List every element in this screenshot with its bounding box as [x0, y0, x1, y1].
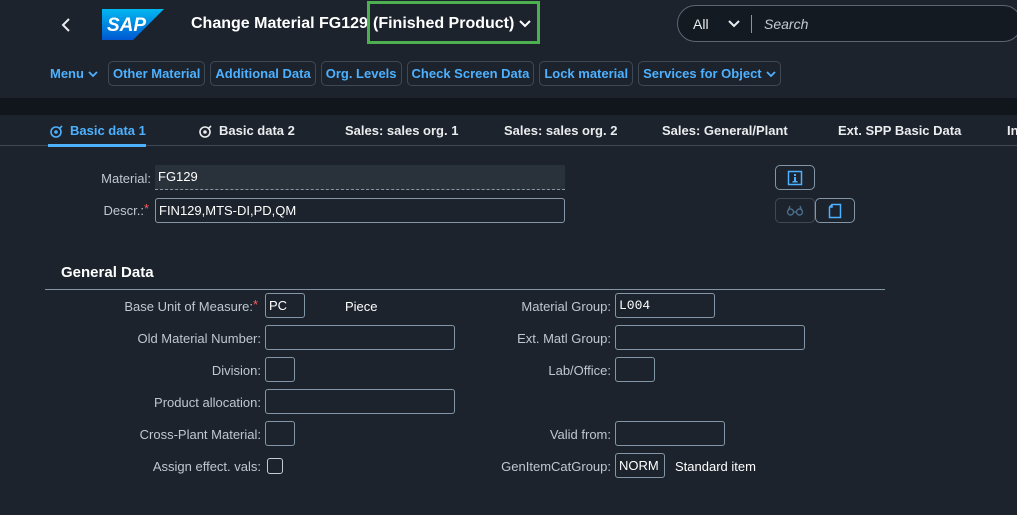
base-uom-input[interactable]: PC [265, 293, 305, 318]
tab-label: Basic data 1 [70, 123, 146, 138]
old-material-label: Old Material Number: [137, 331, 261, 346]
search-input[interactable] [764, 14, 1014, 34]
svg-text:SAP: SAP [107, 15, 146, 36]
base-uom-label: Base Unit of Measure: [124, 299, 253, 314]
tab-label: Sales: sales org. 2 [504, 123, 618, 138]
variant-label: (Finished Product) [373, 15, 515, 32]
glasses-icon [786, 205, 804, 216]
chevron-down-icon [766, 70, 776, 77]
info-button[interactable] [775, 165, 815, 190]
tab-basic-data-2[interactable]: Basic data 2 [197, 115, 295, 146]
cross-plant-material-input[interactable] [265, 421, 295, 446]
shell-bar: SAP Change Material FG129 (Finished Prod… [0, 0, 1017, 50]
base-uom-text: Piece [345, 299, 378, 314]
check-screen-data-button[interactable]: Check Screen Data [406, 61, 535, 86]
tab-overflow[interactable]: In [1007, 115, 1017, 146]
lab-office-label: Lab/Office: [548, 363, 611, 378]
ext-matl-group-input[interactable] [615, 325, 805, 350]
sap-logo[interactable]: SAP [102, 9, 164, 40]
info-icon [787, 170, 803, 185]
valid-from-label: Valid from: [549, 427, 611, 442]
back-button[interactable] [58, 14, 76, 36]
division-label: Division: [211, 363, 261, 378]
gen-item-cat-group-input[interactable]: NORM [615, 453, 665, 478]
tab-ext-spp-basic-data[interactable]: Ext. SPP Basic Data [838, 115, 961, 146]
tab-basic-data-1[interactable]: Basic data 1 [48, 115, 146, 147]
old-material-input[interactable] [265, 325, 455, 350]
tab-label: In [1007, 123, 1017, 138]
ext-matl-group-label: Ext. Matl Group: [517, 331, 611, 346]
tab-label: Ext. SPP Basic Data [838, 123, 962, 138]
org-levels-button[interactable]: Org. Levels [320, 61, 402, 86]
assign-effect-vals-label: Assign effect. vals: [152, 459, 261, 474]
gen-item-cat-group-text: Standard item [675, 459, 756, 474]
lab-office-input[interactable] [615, 357, 655, 382]
material-label: Material: [101, 171, 151, 186]
tab-label: Sales: General/Plant [662, 123, 788, 138]
chevron-down-icon[interactable] [728, 18, 740, 30]
search-box: All [677, 5, 1017, 42]
chevron-left-icon [61, 18, 70, 32]
chevron-down-icon [519, 20, 531, 28]
page-title: Change Material FG129 [191, 15, 368, 32]
division-input[interactable] [265, 357, 295, 382]
gen-item-cat-group-label: GenItemCatGroup: [501, 459, 611, 474]
target-icon [50, 124, 63, 138]
tab-sales-general-plant[interactable]: Sales: General/Plant [662, 115, 788, 146]
variant-selector[interactable]: (Finished Product) [367, 1, 540, 44]
toolbar: Menu Other Material Additional Data Org.… [45, 61, 781, 87]
additional-data-button[interactable]: Additional Data [210, 61, 316, 86]
assign-effect-vals-checkbox[interactable] [267, 458, 283, 474]
document-icon [828, 203, 842, 218]
search-separator [751, 15, 752, 33]
tab-label: Basic data 2 [219, 123, 295, 138]
material-group-label: Material Group: [521, 299, 611, 314]
valid-from-input[interactable] [615, 421, 725, 446]
tab-label: Sales: sales org. 1 [345, 123, 459, 138]
description-input[interactable]: FIN129,MTS-DI,PD,QM [155, 198, 565, 223]
section-divider [45, 289, 885, 290]
target-icon [199, 124, 212, 138]
required-indicator: * [253, 297, 259, 312]
tab-sales-org-2[interactable]: Sales: sales org. 2 [504, 115, 617, 146]
section-title-general-data: General Data [61, 264, 154, 281]
services-for-object-button[interactable]: Services for Object [638, 61, 781, 86]
material-group-input[interactable]: L004 [615, 293, 715, 318]
chevron-down-icon [88, 70, 98, 77]
product-allocation-input[interactable] [265, 389, 455, 414]
tab-bar: Basic data 1 Basic data 2 Sales: sales o… [0, 115, 1017, 147]
display-button[interactable] [775, 198, 815, 223]
descr-label: Descr.: [103, 203, 144, 218]
menu-button-label: Menu [50, 66, 84, 81]
other-material-button[interactable]: Other Material [107, 61, 206, 86]
search-scope-select[interactable]: All [693, 16, 709, 32]
divider-band [0, 98, 1017, 115]
copy-button[interactable] [815, 198, 855, 223]
menu-button[interactable]: Menu [45, 61, 103, 86]
lock-material-button[interactable]: Lock material [539, 61, 634, 86]
cross-plant-material-label: Cross-Plant Material: [139, 427, 261, 442]
required-indicator: * [144, 201, 150, 216]
product-allocation-label: Product allocation: [154, 395, 261, 410]
tab-sales-org-1[interactable]: Sales: sales org. 1 [345, 115, 458, 146]
services-for-object-label: Services for Object [643, 66, 762, 81]
material-field: FG129 [155, 165, 565, 190]
